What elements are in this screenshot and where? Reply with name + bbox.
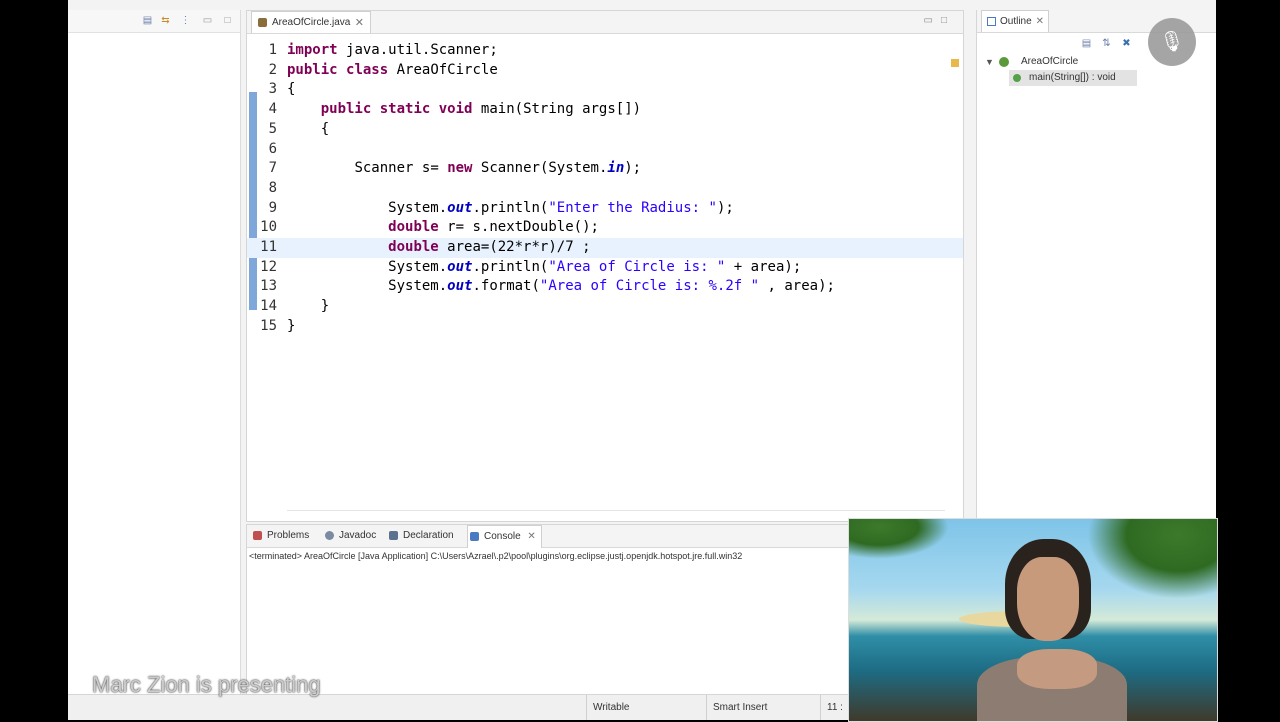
code-line[interactable]: 9 System.out.println("Enter the Radius: … [247, 199, 963, 219]
code-line[interactable]: 8 [247, 179, 963, 199]
line-number: 6 [268, 140, 277, 157]
minimize-icon[interactable]: ▭ [202, 15, 213, 26]
tab-outline[interactable]: Outline ✕ [981, 10, 1049, 32]
declaration-icon [389, 531, 398, 540]
tab-problems[interactable]: Problems [251, 525, 309, 547]
code-line[interactable]: 11 double area=(22*r*r)/7 ; [247, 238, 963, 258]
console-panel: Problems Javadoc Declaration Console ✕ <… [246, 524, 868, 696]
code-text[interactable]: System.out.println("Area of Circle is: "… [287, 258, 801, 278]
code-line[interactable]: 13 System.out.format("Area of Circle is:… [247, 277, 963, 297]
presenter-webcam [848, 518, 1218, 722]
code-area[interactable]: 1 import java.util.Scanner; 2 public class … [247, 33, 963, 521]
code-line[interactable]: 5 { [247, 120, 963, 140]
sort-icon[interactable]: ⇅ [1101, 38, 1112, 49]
class-icon [999, 57, 1009, 67]
code-line[interactable]: 1 import java.util.Scanner; [247, 41, 963, 61]
code-text[interactable]: double r= s.nextDouble(); [287, 218, 599, 238]
code-line[interactable]: 6 [247, 140, 963, 160]
tab-declaration[interactable]: Declaration [387, 525, 454, 547]
editor-minmax-icon[interactable]: ▭□ [924, 15, 956, 26]
tab-problems-label: Problems [267, 530, 310, 541]
code-text[interactable]: public static void main(String args[]) [287, 100, 641, 120]
view-menu-icon[interactable]: ⋮ [180, 15, 191, 26]
link-with-editor-icon[interactable]: ⇆ [160, 15, 171, 26]
outline-icon [987, 17, 996, 26]
line-number: 11 [260, 239, 277, 255]
presenting-label: Marc Zion is presenting [92, 672, 321, 697]
letterbox-left [0, 0, 68, 720]
line-number: 3 [268, 81, 277, 98]
tab-javadoc-label: Javadoc [339, 530, 377, 541]
close-icon[interactable]: ✕ [527, 526, 535, 548]
palm-leaves-left [849, 519, 949, 559]
status-insert-mode: Smart Insert [706, 695, 813, 720]
console-terminated-line: <terminated> AreaOfCircle [Java Applicat… [249, 551, 743, 561]
problems-icon [253, 531, 262, 540]
line-number: 15 [260, 317, 277, 334]
code-line[interactable]: 3{ [247, 80, 963, 100]
chevron-down-icon[interactable]: ▼ [985, 54, 994, 70]
presenter-figure [977, 539, 1127, 721]
outline-tab-label: Outline [1000, 16, 1032, 27]
code-line[interactable]: 10 double r= s.nextDouble(); [247, 218, 963, 238]
collapse-all-icon[interactable]: ▤ [142, 15, 153, 26]
console-icon [470, 532, 479, 541]
code-line[interactable]: 2 public class AreaOfCircle [247, 61, 963, 81]
maximize-icon[interactable]: □ [222, 15, 233, 26]
code-text[interactable]: } [287, 297, 329, 317]
code-text[interactable]: System.out.format("Area of Circle is: %.… [287, 277, 835, 297]
code-line[interactable]: 4 public static void main(String args[]) [247, 100, 963, 120]
line-number: 9 [268, 199, 277, 216]
line-number: 14 [260, 298, 277, 315]
code-line[interactable]: 14 } [247, 297, 963, 317]
java-file-icon [258, 18, 267, 27]
line-number: 10 [260, 219, 277, 236]
tab-declaration-label: Declaration [403, 530, 454, 541]
code-editor[interactable]: AreaOfCircle.java ✕ ▭□ 1 import java.util… [246, 10, 964, 522]
hide-fields-icon[interactable]: ✖ [1121, 38, 1132, 49]
code-text[interactable]: import java.util.Scanner; [287, 41, 498, 61]
outline-method-name: main(String[]) : void [1029, 72, 1116, 83]
tab-javadoc[interactable]: Javadoc [323, 525, 376, 547]
code-line[interactable]: 12 System.out.println("Area of Circle is… [247, 258, 963, 278]
line-number: 4 [268, 101, 277, 118]
code-text[interactable]: public class AreaOfCircle [287, 61, 498, 81]
code-line[interactable]: 15} [247, 317, 963, 337]
line-number: 8 [268, 179, 277, 196]
outline-method-row[interactable]: main(String[]) : void [977, 70, 1216, 86]
line-number: 7 [268, 160, 277, 177]
line-number: 13 [260, 278, 277, 295]
presenter-hands [1017, 649, 1097, 689]
code-text[interactable]: { [287, 120, 329, 140]
method-icon [1013, 74, 1021, 82]
line-number: 12 [260, 258, 277, 275]
close-icon[interactable]: ✕ [1036, 11, 1044, 33]
code-text[interactable]: { [287, 80, 295, 100]
line-number: 5 [268, 120, 277, 137]
mic-muted-icon[interactable]: 🎙 [1148, 18, 1196, 66]
horizontal-scrollbar[interactable] [287, 510, 945, 517]
letterbox-right [1216, 0, 1280, 720]
javadoc-icon [325, 531, 334, 540]
line-number: 2 [268, 61, 277, 78]
tab-console-label: Console [484, 531, 521, 542]
code-text[interactable]: } [287, 317, 295, 337]
editor-tab-title: AreaOfCircle.java [272, 17, 351, 28]
editor-tabbar: AreaOfCircle.java ✕ ▭□ [247, 11, 963, 34]
status-writable: Writable [586, 695, 703, 720]
editor-tab[interactable]: AreaOfCircle.java ✕ [251, 11, 371, 33]
collapse-all-icon[interactable]: ▤ [1081, 38, 1092, 49]
code-text[interactable]: System.out.println("Enter the Radius: ")… [287, 199, 734, 219]
package-explorer-toolbar: ▤ ⇆ ⋮ ▭ □ [68, 10, 240, 33]
package-explorer: ▤ ⇆ ⋮ ▭ □ [68, 10, 241, 694]
code-text[interactable]: double area=(22*r*r)/7 ; [287, 238, 590, 258]
code-text[interactable]: Scanner s= new Scanner(System.in); [287, 159, 641, 179]
tab-console[interactable]: Console ✕ [467, 525, 542, 548]
outline-class-name: AreaOfCircle [1021, 56, 1079, 67]
close-icon[interactable]: ✕ [355, 12, 364, 34]
presenter-face [1017, 557, 1079, 641]
line-number: 1 [268, 42, 277, 58]
code-line[interactable]: 7 Scanner s= new Scanner(System.in); [247, 159, 963, 179]
bottom-tabbar: Problems Javadoc Declaration Console ✕ [247, 525, 867, 548]
